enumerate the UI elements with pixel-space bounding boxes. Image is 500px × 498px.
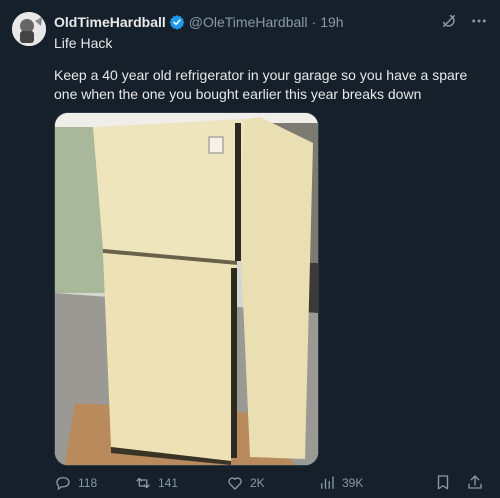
separator-dot: ·	[311, 14, 317, 30]
like-icon	[228, 477, 242, 490]
grok-icon[interactable]	[440, 12, 458, 30]
tweet-actions: 118 141 2K 39K	[54, 472, 484, 494]
reply-icon	[56, 477, 70, 491]
reply-button[interactable]: 118	[54, 474, 134, 492]
share-icon[interactable]	[466, 473, 484, 494]
timestamp[interactable]: 19h	[320, 14, 343, 30]
avatar-image	[12, 12, 46, 46]
retweet-button[interactable]: 141	[134, 474, 226, 492]
views-count: 39K	[342, 476, 364, 490]
retweet-count: 141	[158, 476, 179, 490]
tweet-subtitle: Life Hack	[54, 35, 113, 51]
verified-badge-icon	[169, 14, 185, 30]
like-count: 2K	[250, 476, 265, 490]
author-handle[interactable]: @OleTimeHardball	[189, 14, 308, 30]
views-icon	[321, 476, 334, 489]
tweet-header: OldTimeHardball @OleTimeHardball · 19h	[54, 13, 344, 31]
avatar[interactable]	[12, 12, 46, 46]
like-button[interactable]: 2K	[226, 474, 318, 492]
bookmark-icon[interactable]	[434, 473, 452, 494]
secondary-actions	[434, 473, 484, 494]
refrigerator-photo	[55, 113, 318, 465]
reply-count: 118	[78, 476, 98, 490]
tweet-media-photo[interactable]	[54, 112, 319, 466]
tweet-text: Keep a 40 year old refrigerator in your …	[54, 67, 468, 102]
top-actions	[440, 12, 488, 30]
retweet-icon	[136, 477, 150, 489]
author-name[interactable]: OldTimeHardball	[54, 14, 166, 30]
views-button[interactable]: 39K	[318, 474, 408, 492]
tweet-card: OldTimeHardball @OleTimeHardball · 19h L…	[0, 0, 500, 498]
more-icon[interactable]	[470, 12, 488, 30]
